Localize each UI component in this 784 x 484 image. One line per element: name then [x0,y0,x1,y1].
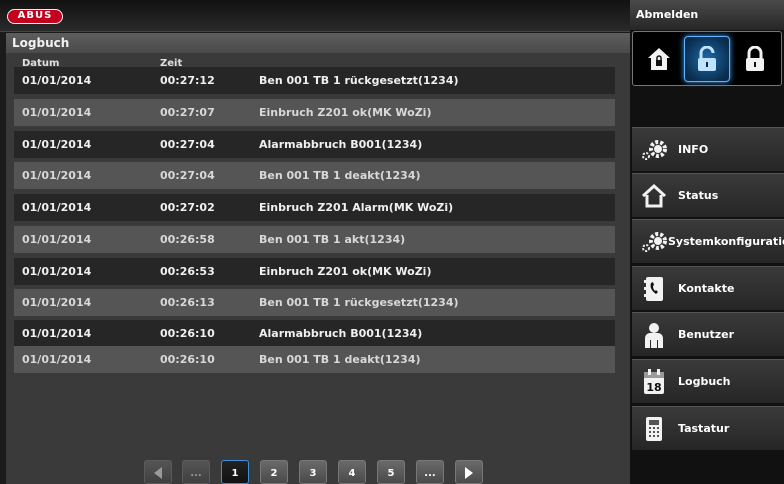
page-title: Logbuch [6,33,630,53]
log-time: 00:26:13 [160,296,215,309]
log-row[interactable]: 01/01/2014 00:27:04 Ben 001 TB 1 deakt(1… [14,162,615,189]
menu-label: Tastatur [678,422,730,435]
log-date: 01/01/2014 [22,169,92,182]
log-event: Einbruch Z201 Alarm(MK WoZi) [259,201,454,214]
logout-button[interactable]: Abmelden [630,0,784,30]
unlock-icon [698,46,716,71]
phonebook-icon [640,276,668,302]
house-lock-button[interactable] [636,36,682,82]
lock-button[interactable] [732,36,778,82]
menu-label: Kontakte [678,282,735,295]
log-time: 00:27:12 [160,74,215,87]
prev-page-button[interactable] [144,460,172,484]
menu-label: Benutzer [678,328,735,341]
log-event: Ben 001 TB 1 deakt(1234) [259,169,421,182]
log-time: 00:26:10 [160,327,215,340]
menu-item-status[interactable]: Status [632,173,784,217]
page-5-button[interactable]: 5 [377,460,405,484]
menu-item-keypad[interactable]: Tastatur [632,406,784,450]
ellipsis-left-button[interactable]: ... [182,460,210,484]
log-row[interactable]: 01/01/2014 00:26:10 Ben 001 TB 1 deakt(1… [14,346,615,373]
menu-item-users[interactable]: Benutzer [632,312,784,356]
log-row[interactable]: 01/01/2014 00:26:58 Ben 001 TB 1 akt(123… [14,226,615,253]
house-lock-icon [648,48,670,70]
log-event: Alarmabbruch B001(1234) [259,138,423,151]
triangle-right-icon [465,467,473,479]
log-date: 01/01/2014 [22,201,92,214]
calendar-day-number: 18 [646,381,661,394]
top-bar: ABUS [0,0,630,32]
log-date: 01/01/2014 [22,138,92,151]
menu-label: Logbuch [678,375,731,388]
unlock-button[interactable] [684,36,730,82]
ellipsis-right-button[interactable]: ... [416,460,444,484]
log-event: Alarmabbruch B001(1234) [259,327,423,340]
log-row[interactable]: 01/01/2014 00:26:13 Ben 001 TB 1 rückges… [14,289,615,316]
menu-item-system-config[interactable]: Systemkonfiguratio [632,219,784,263]
log-date: 01/01/2014 [22,106,92,119]
page-3-button[interactable]: 3 [299,460,327,484]
gears-icon [640,137,668,163]
calendar-icon: 18 [640,369,668,395]
log-event: Ben 001 TB 1 akt(1234) [259,233,406,246]
log-time: 00:27:04 [160,138,215,151]
log-time: 00:26:53 [160,265,215,278]
log-row[interactable]: 01/01/2014 00:27:02 Einbruch Z201 Alarm(… [14,194,615,221]
keypad-icon [640,416,668,442]
gears-icon [640,229,668,255]
log-row[interactable]: 01/01/2014 00:26:53 Einbruch Z201 ok(MK … [14,258,615,285]
log-date: 01/01/2014 [22,353,92,366]
log-time: 00:27:04 [160,169,215,182]
log-date: 01/01/2014 [22,265,92,278]
user-icon [640,322,668,348]
log-row[interactable]: 01/01/2014 00:26:10 Alarmabbruch B001(12… [14,320,615,347]
menu-item-info[interactable]: INFO [632,127,784,171]
page-4-button[interactable]: 4 [338,460,366,484]
menu-label: INFO [678,143,709,156]
log-date: 01/01/2014 [22,233,92,246]
house-icon [640,183,668,209]
log-date: 01/01/2014 [22,327,92,340]
log-event: Einbruch Z201 ok(MK WoZi) [259,106,432,119]
log-event: Einbruch Z201 ok(MK WoZi) [259,265,432,278]
log-time: 00:26:10 [160,353,215,366]
abus-logo: ABUS [7,9,63,24]
triangle-left-icon [154,467,162,479]
log-time: 00:26:58 [160,233,215,246]
menu-item-logbook[interactable]: 18 Logbuch [632,359,784,403]
menu-label: Systemkonfiguratio [668,235,784,248]
log-event: Ben 001 TB 1 rückgesetzt(1234) [259,296,459,309]
log-time: 00:27:02 [160,201,215,214]
log-event: Ben 001 TB 1 rückgesetzt(1234) [259,74,459,87]
log-row[interactable]: 01/01/2014 00:27:12 Ben 001 TB 1 rückges… [14,67,615,94]
menu-item-contacts[interactable]: Kontakte [632,266,784,310]
lock-icon [746,46,764,71]
menu-label: Status [678,189,719,202]
page-1-button[interactable]: 1 [221,460,249,484]
log-date: 01/01/2014 [22,74,92,87]
log-time: 00:27:07 [160,106,215,119]
log-row[interactable]: 01/01/2014 00:27:04 Alarmabbruch B001(12… [14,131,615,158]
log-event: Ben 001 TB 1 deakt(1234) [259,353,421,366]
log-row[interactable]: 01/01/2014 00:27:07 Einbruch Z201 ok(MK … [14,99,615,126]
log-date: 01/01/2014 [22,296,92,309]
next-page-button[interactable] [455,460,483,484]
page-2-button[interactable]: 2 [260,460,288,484]
